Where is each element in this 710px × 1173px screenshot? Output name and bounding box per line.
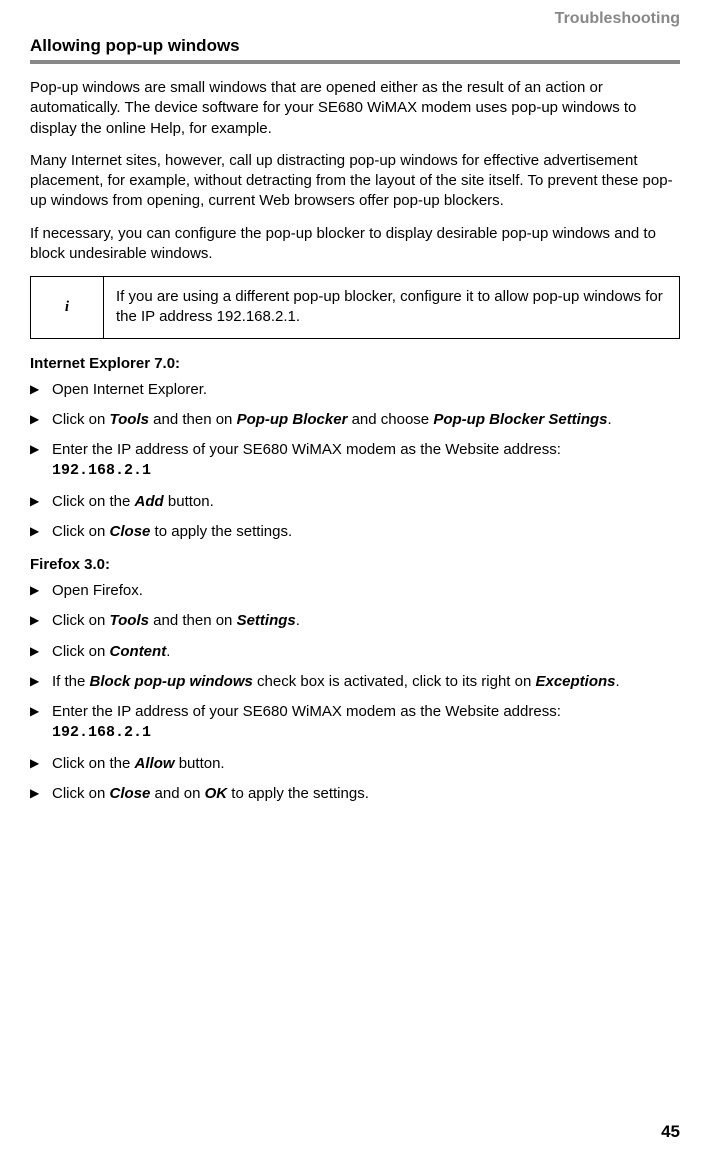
paragraph-3: If necessary, you can configure the pop-…: [30, 224, 680, 265]
list-item: Click on Tools and then on Settings.: [30, 611, 680, 631]
step-text: Click on: [52, 612, 110, 629]
step-text: and then on: [149, 411, 237, 428]
list-item: Click on Close and on OK to apply the se…: [30, 784, 680, 804]
step-bold: Allow: [135, 755, 175, 772]
step-text: to apply the settings.: [227, 785, 369, 802]
step-bold: Content: [110, 643, 167, 660]
list-item: Click on Tools and then on Pop-up Blocke…: [30, 410, 680, 430]
ff-steps: Open Firefox. Click on Tools and then on…: [30, 581, 680, 804]
header-label: Troubleshooting: [30, 10, 680, 28]
step-text: Enter the IP address of your SE680 WiMAX…: [52, 441, 561, 458]
ie-heading: Internet Explorer 7.0:: [30, 355, 680, 372]
step-text: Enter the IP address of your SE680 WiMAX…: [52, 703, 561, 720]
paragraph-2: Many Internet sites, however, call up di…: [30, 151, 680, 212]
step-text: button.: [164, 493, 214, 510]
step-text: Click on the: [52, 755, 135, 772]
step-text: Click on: [52, 523, 110, 540]
section-divider: [30, 60, 680, 64]
step-bold: Block pop-up windows: [90, 673, 253, 690]
list-item: Enter the IP address of your SE680 WiMAX…: [30, 702, 680, 744]
step-bold: Add: [135, 493, 164, 510]
step-text: .: [616, 673, 620, 690]
note-box: i If you are using a different pop-up bl…: [30, 276, 680, 339]
step-text: If the: [52, 673, 90, 690]
step-text: check box is activated, click to its rig…: [253, 673, 536, 690]
list-item: Click on Content.: [30, 642, 680, 662]
step-bold: Pop-up Blocker Settings: [433, 411, 607, 428]
step-text: Open Internet Explorer.: [52, 381, 207, 398]
step-text: Click on: [52, 785, 110, 802]
step-bold: Tools: [110, 612, 149, 629]
step-text: Open Firefox.: [52, 582, 143, 599]
step-bold: Settings: [237, 612, 296, 629]
step-text: Click on: [52, 411, 110, 428]
step-text: Click on: [52, 643, 110, 660]
step-bold: OK: [205, 785, 228, 802]
step-bold: Pop-up Blocker: [237, 411, 348, 428]
section-title: Allowing pop-up windows: [30, 36, 680, 56]
list-item: Enter the IP address of your SE680 WiMAX…: [30, 440, 680, 482]
ie-steps: Open Internet Explorer. Click on Tools a…: [30, 380, 680, 543]
step-text: and choose: [347, 411, 433, 428]
step-bold: Close: [110, 785, 151, 802]
step-text: button.: [175, 755, 225, 772]
list-item: If the Block pop-up windows check box is…: [30, 672, 680, 692]
note-text: If you are using a different pop-up bloc…: [104, 277, 680, 339]
step-bold: Tools: [110, 411, 149, 428]
list-item: Open Internet Explorer.: [30, 380, 680, 400]
step-text: .: [608, 411, 612, 428]
list-item: Click on the Allow button.: [30, 754, 680, 774]
step-text: and on: [150, 785, 204, 802]
paragraph-1: Pop-up windows are small windows that ar…: [30, 78, 680, 139]
list-item: Click on Close to apply the settings.: [30, 522, 680, 542]
list-item: Open Firefox.: [30, 581, 680, 601]
step-bold: Exceptions: [535, 673, 615, 690]
step-text: and then on: [149, 612, 237, 629]
step-bold: Close: [110, 523, 151, 540]
page-number: 45: [661, 1122, 680, 1142]
step-code: 192.168.2.1: [52, 724, 151, 741]
step-text: Click on the: [52, 493, 135, 510]
step-code: 192.168.2.1: [52, 462, 151, 479]
step-text: to apply the settings.: [150, 523, 292, 540]
ff-heading: Firefox 3.0:: [30, 556, 680, 573]
info-icon: i: [31, 277, 104, 339]
step-text: .: [296, 612, 300, 629]
list-item: Click on the Add button.: [30, 492, 680, 512]
step-text: .: [166, 643, 170, 660]
